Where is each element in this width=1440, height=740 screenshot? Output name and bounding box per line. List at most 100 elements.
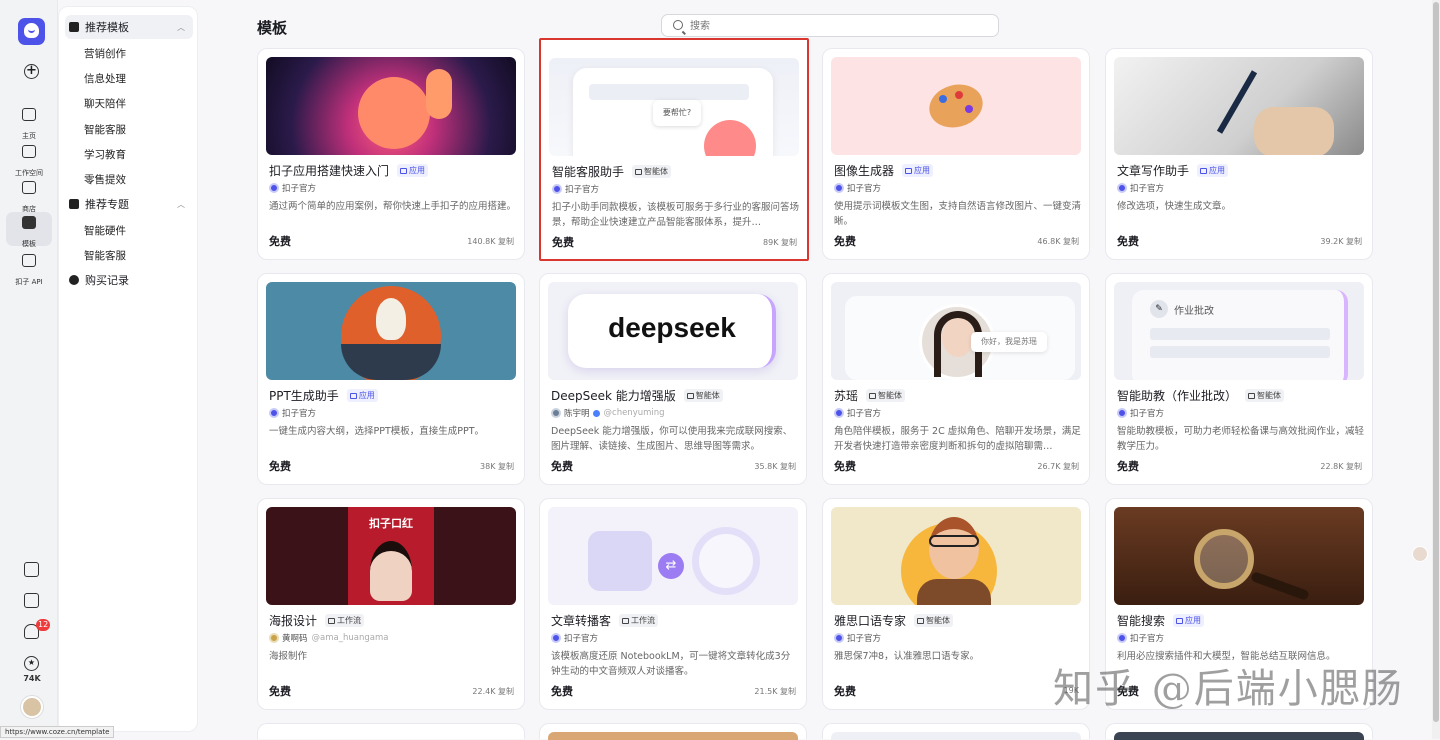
sidebar-item-hardware[interactable]: 智能硬件 — [84, 223, 126, 238]
card-description: 通过两个简单的应用案例，帮你快速上手扣子的应用搭建。 — [269, 201, 517, 212]
template-card[interactable]: PPT生成助手 应用 扣子官方 一键生成内容大纲，选择PPT模板，直接生成PPT。… — [257, 273, 525, 485]
card-price: 免费 — [834, 235, 856, 248]
card-author[interactable]: 扣子官方 — [269, 182, 316, 194]
scrollbar-thumb[interactable] — [1433, 2, 1439, 722]
template-card-partial[interactable] — [1105, 723, 1373, 740]
document-icon — [588, 531, 652, 591]
official-avatar-icon — [1117, 408, 1127, 418]
official-avatar-icon — [269, 408, 279, 418]
page-title: 模板 — [257, 19, 288, 37]
card-copy-count: 39.2K 复制 — [1320, 237, 1362, 246]
template-grid-icon — [22, 216, 36, 229]
author-avatar — [551, 408, 561, 418]
card-thumbnail: 要帮忙? — [549, 58, 799, 156]
template-card[interactable]: 文章写作助手 应用 扣子官方 修改选项，快速生成文章。 免费 39.2K 复制 — [1105, 48, 1373, 260]
card-title: 智能助教（作业批改） 智能体 — [1117, 387, 1285, 404]
card-author[interactable]: 扣子官方 — [1117, 407, 1164, 419]
search-box[interactable] — [661, 14, 999, 37]
card-thumbnail: ✎ 作业批改 — [1114, 282, 1364, 380]
agent-tag-icon — [635, 169, 643, 175]
template-card-partial[interactable] — [539, 723, 807, 740]
assistant-float-avatar[interactable] — [1412, 546, 1428, 562]
convert-icon: ⇄ — [658, 553, 684, 579]
coze-logo-icon[interactable] — [18, 18, 45, 45]
template-card[interactable]: 你好，我是苏瑶 苏瑶 智能体 扣子官方 角色陪伴模板，服务于 2C 虚拟角色、陪聊… — [822, 273, 1090, 485]
card-author[interactable]: 扣子官方 — [1117, 182, 1164, 194]
template-card[interactable]: 扣子口红 海报设计 工作流 黄啊码 @ama_huangama 海报制作 免费 22… — [257, 498, 525, 710]
official-avatar-icon — [552, 184, 562, 194]
rail-item-workspace[interactable]: 工作空间 — [6, 141, 52, 177]
template-card-partial[interactable] — [257, 723, 525, 739]
card-author[interactable]: 扣子官方 — [1117, 632, 1164, 644]
sidebar-item-retail[interactable]: 零售提效 — [84, 172, 126, 187]
template-card[interactable]: 雅思口语专家 智能体 扣子官方 雅思保7冲8，认准雅思口语专家。 免费 19K — [822, 498, 1090, 710]
user-avatar[interactable] — [21, 696, 43, 718]
card-copy-count: 35.8K 复制 — [754, 462, 796, 471]
card-author[interactable]: 扣子官方 — [552, 183, 599, 195]
card-copy-count: 38K 复制 — [480, 462, 514, 471]
app-tag-icon — [349, 393, 357, 399]
card-author[interactable]: 黄啊码 @ama_huangama — [269, 632, 388, 644]
workspace-icon — [22, 145, 36, 158]
card-description: 智能助教模板，可助力老师轻松备课与高效批阅作业，减轻教学压力。 — [1117, 426, 1365, 452]
template-card[interactable]: ⇄ 文章转播客 工作流 扣子官方 该模板高度还原 NotebookLM，可一键将文… — [539, 498, 807, 710]
rail-item-templates[interactable]: 模板 — [6, 212, 52, 248]
card-author[interactable]: 扣子官方 — [834, 407, 881, 419]
card-author[interactable]: 陈宇明 @chenyuming — [551, 407, 665, 419]
section-recommended-topics[interactable]: 推荐专题 ︿ — [65, 192, 193, 216]
rail-item-store[interactable]: 商店 — [6, 177, 52, 213]
deepseek-wordmark: deepseek — [608, 312, 736, 343]
card-title: 雅思口语专家 智能体 — [834, 612, 954, 629]
card-price: 免费 — [269, 685, 291, 698]
sidebar-item-marketing[interactable]: 营销创作 — [84, 46, 126, 61]
teacher-portrait — [929, 517, 979, 579]
sidebar-item-education[interactable]: 学习教育 — [84, 147, 126, 162]
podcast-icon — [692, 527, 760, 595]
points-star-icon[interactable]: ★ — [24, 656, 39, 671]
create-plus-icon[interactable]: + — [24, 64, 39, 79]
template-card[interactable]: 图像生成器 应用 扣子官方 使用提示词模板文生图，支持自然语言修改图片、一键变清晰… — [822, 48, 1090, 260]
section-purchase-history[interactable]: 购买记录 — [65, 268, 193, 292]
search-input[interactable] — [690, 18, 990, 34]
card-price: 免费 — [551, 460, 573, 473]
section-recommended-templates[interactable]: 推荐模板 ︿ — [65, 15, 193, 39]
sidebar-item-info-processing[interactable]: 信息处理 — [84, 71, 126, 86]
template-card[interactable]: ✎ 作业批改 智能助教（作业批改） 智能体 扣子官方 智能助教模板，可助力老师轻松… — [1105, 273, 1373, 485]
template-card-partial[interactable] — [822, 723, 1090, 740]
card-title: 图像生成器 应用 — [834, 162, 934, 179]
card-tag: 工作流 — [325, 614, 365, 627]
card-author[interactable]: 扣子官方 — [834, 632, 881, 644]
apps-icon[interactable] — [24, 562, 39, 577]
card-tag: 智能体 — [866, 389, 906, 402]
rail-item-api[interactable]: 扣子 API — [6, 250, 52, 286]
card-tag: 应用 — [1197, 164, 1229, 177]
card-copy-count: 22.8K 复制 — [1320, 462, 1362, 471]
card-description: 海报制作 — [269, 651, 308, 662]
sidebar-item-topic-customer-service[interactable]: 智能客服 — [84, 248, 126, 263]
card-tag: 工作流 — [619, 614, 659, 627]
template-card-highlighted[interactable]: 要帮忙? 智能客服助手 智能体 扣子官方 扣子小助手同款模板，该模板可服务于多行业… — [539, 38, 809, 261]
card-author[interactable]: 扣子官方 — [551, 632, 598, 644]
sidebar-item-chat-companion[interactable]: 聊天陪伴 — [84, 96, 126, 111]
card-author[interactable]: 扣子官方 — [834, 182, 881, 194]
sidebar-item-customer-service[interactable]: 智能客服 — [84, 122, 126, 137]
home-icon — [22, 108, 36, 121]
card-thumbnail: 你好，我是苏瑶 — [831, 282, 1081, 380]
page-scrollbar[interactable] — [1432, 0, 1440, 739]
card-tag: 智能体 — [1245, 389, 1285, 402]
docs-icon[interactable] — [24, 593, 39, 608]
template-card[interactable]: deepseek DeepSeek 能力增强版 智能体 陈宇明 @chenyumin… — [539, 273, 807, 485]
help-bubble: 要帮忙? — [653, 100, 701, 126]
lightbulb-icon — [376, 298, 406, 340]
greeting-bubble: 你好，我是苏瑶 — [971, 332, 1047, 352]
rail-item-home[interactable]: 主页 — [6, 104, 52, 140]
card-thumbnail — [266, 57, 516, 155]
card-author[interactable]: 扣子官方 — [269, 407, 316, 419]
card-thumbnail: 扣子口红 — [266, 507, 516, 605]
agent-tag-icon — [686, 393, 694, 399]
card-title: 文章写作助手 应用 — [1117, 162, 1229, 179]
store-icon — [22, 181, 36, 194]
template-card[interactable]: 扣子应用搭建快速入门 应用 扣子官方 通过两个简单的应用案例，帮你快速上手扣子的应… — [257, 48, 525, 260]
app-tag-icon — [1176, 618, 1184, 624]
workflow-tag-icon — [622, 618, 630, 624]
